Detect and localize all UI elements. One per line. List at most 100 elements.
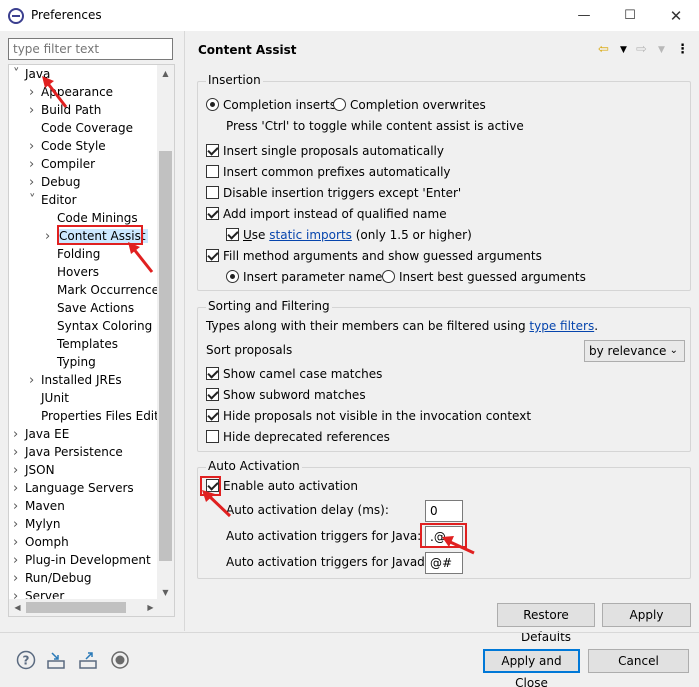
tree-item-save-actions[interactable]: Save Actions: [45, 299, 134, 317]
chevron-right-icon[interactable]: ›: [13, 516, 25, 534]
chevron-right-icon[interactable]: ›: [29, 372, 41, 390]
insertion-group-title: Insertion: [206, 73, 263, 87]
completion-overwrites-radio[interactable]: Completion overwrites: [333, 95, 486, 115]
insert-param-names-radio[interactable]: Insert parameter names: [226, 267, 389, 287]
tree-item-label: Code Style: [41, 139, 106, 153]
tree-vertical-scrollbar[interactable]: ▲ ▼: [157, 65, 174, 616]
tree-item-code-style[interactable]: › Code Style: [29, 137, 106, 155]
tree-item-label: Plug-in Development: [25, 553, 151, 567]
tree-item-compiler[interactable]: › Compiler: [29, 155, 95, 173]
completion-inserts-radio[interactable]: Completion inserts: [206, 95, 336, 115]
chevron-down-icon: ⌄: [669, 345, 678, 356]
tree-item-label: Code Coverage: [41, 121, 134, 135]
use-static-imports-checkbox[interactable]: Use static imports (only 1.5 or higher): [226, 225, 472, 245]
tree-item-oomph[interactable]: › Oomph: [13, 533, 69, 551]
scroll-right-icon[interactable]: ▶: [142, 599, 159, 616]
radio-unchecked[interactable]: [333, 98, 346, 111]
record-icon[interactable]: [110, 650, 130, 670]
static-imports-link[interactable]: static imports: [269, 228, 352, 242]
chevron-right-icon[interactable]: ›: [13, 552, 25, 570]
tree-item-java-persistence[interactable]: › Java Persistence: [13, 443, 123, 461]
chevron-down-icon[interactable]: ˅: [29, 192, 41, 210]
hide-deprecated-checkbox[interactable]: Hide deprecated references: [206, 427, 390, 447]
single-proposals-checkbox[interactable]: Insert single proposals automatically: [206, 141, 444, 161]
apply-and-close-button[interactable]: Apply and Close: [483, 649, 580, 687]
tree-item-label: Code Minings: [57, 211, 138, 225]
preferences-tree[interactable]: ˅ Java › Appearance › Build Path Code Coverage…: [8, 64, 175, 617]
chevron-right-icon[interactable]: ›: [13, 444, 25, 462]
maximize-button[interactable]: ☐: [607, 0, 653, 31]
apply-button[interactable]: Apply: [602, 603, 691, 627]
scroll-down-icon[interactable]: ▼: [157, 584, 174, 601]
radio-checked[interactable]: [206, 98, 219, 111]
tree-item-maven[interactable]: › Maven: [13, 497, 65, 515]
tree-item-label: Editor: [41, 193, 77, 207]
chevron-right-icon[interactable]: ›: [13, 462, 25, 480]
tree-item-editor[interactable]: ˅ Editor: [29, 191, 77, 209]
camel-case-checkbox[interactable]: Show camel case matches: [206, 364, 382, 384]
tree-item-language-servers[interactable]: › Language Servers: [13, 479, 134, 497]
tree-item-syntax-coloring[interactable]: Syntax Coloring: [45, 317, 152, 335]
close-button[interactable]: ✕: [653, 0, 699, 31]
add-import-checkbox[interactable]: Add import instead of qualified name: [206, 204, 447, 224]
tree-item-folding[interactable]: Folding: [45, 245, 100, 263]
chevron-right-icon[interactable]: ›: [29, 156, 41, 174]
chevron-right-icon[interactable]: ›: [29, 138, 41, 156]
tree-item-properties-files-editor[interactable]: Properties Files Editor: [29, 407, 171, 425]
tree-item-templates[interactable]: Templates: [45, 335, 118, 353]
forward-arrow-icon[interactable]: ⇨: [636, 42, 647, 57]
tree-item-code-coverage[interactable]: Code Coverage: [29, 119, 133, 137]
insert-best-guessed-radio[interactable]: Insert best guessed arguments: [382, 267, 586, 287]
scroll-thumb[interactable]: [159, 151, 172, 561]
tree-item-label: Mylyn: [25, 517, 61, 531]
forward-menu-chevron-icon[interactable]: ▼: [658, 45, 665, 55]
tree-horizontal-scrollbar[interactable]: ◀ ▶: [9, 599, 159, 616]
restore-defaults-button[interactable]: Restore Defaults: [497, 603, 595, 644]
tree-item-installed-jres[interactable]: › Installed JREs: [29, 371, 122, 389]
scroll-left-icon[interactable]: ◀: [9, 599, 26, 616]
disable-triggers-checkbox[interactable]: Disable insertion triggers except 'Enter…: [206, 183, 461, 203]
cancel-button[interactable]: Cancel: [588, 649, 689, 673]
chevron-right-icon[interactable]: ›: [45, 228, 57, 246]
chevron-down-icon[interactable]: ˅: [13, 66, 25, 84]
back-arrow-icon[interactable]: ⇦: [598, 42, 609, 57]
sort-proposals-select[interactable]: by relevance ⌄: [584, 340, 685, 362]
chevron-right-icon[interactable]: ›: [13, 480, 25, 498]
chevron-right-icon[interactable]: ›: [13, 570, 25, 588]
chevron-right-icon[interactable]: ›: [13, 498, 25, 516]
chevron-right-icon[interactable]: ›: [13, 534, 25, 552]
tree-item-hovers[interactable]: Hovers: [45, 263, 99, 281]
type-filters-link[interactable]: type filters: [529, 319, 594, 333]
subword-checkbox[interactable]: Show subword matches: [206, 385, 366, 405]
scroll-up-icon[interactable]: ▲: [157, 65, 174, 82]
minimize-button[interactable]: —: [561, 0, 607, 31]
tree-item-label: Save Actions: [57, 301, 135, 315]
tree-item-plug-in-development[interactable]: › Plug-in Development: [13, 551, 151, 569]
splitter[interactable]: [184, 31, 185, 631]
common-prefixes-checkbox[interactable]: Insert common prefixes automatically: [206, 162, 451, 182]
tree-item-mylyn[interactable]: › Mylyn: [13, 515, 61, 533]
tree-item-java-ee[interactable]: › Java EE: [13, 425, 69, 443]
export-icon[interactable]: [78, 650, 98, 670]
tree-item-debug[interactable]: › Debug: [29, 173, 80, 191]
help-icon[interactable]: ?: [16, 650, 36, 670]
hscroll-thumb[interactable]: [26, 602, 126, 613]
tree-item-junit[interactable]: JUnit: [29, 389, 69, 407]
svg-text:?: ?: [23, 654, 30, 668]
tree-item-typing[interactable]: Typing: [45, 353, 96, 371]
annotation-arrow-icon: [442, 536, 475, 555]
delay-input[interactable]: 0: [425, 500, 463, 522]
chevron-right-icon[interactable]: ›: [13, 426, 25, 444]
annotation-arrow-icon: [202, 490, 232, 518]
view-menu-icon[interactable]: ⋮: [676, 42, 689, 57]
import-icon[interactable]: [46, 650, 66, 670]
tree-item-json[interactable]: › JSON: [13, 461, 55, 479]
back-menu-chevron-icon[interactable]: ▼: [620, 45, 627, 55]
hide-not-visible-checkbox[interactable]: Hide proposals not visible in the invoca…: [206, 406, 531, 426]
filter-input[interactable]: [8, 38, 173, 60]
chevron-right-icon[interactable]: ›: [29, 174, 41, 192]
tree-item-mark-occurrences[interactable]: Mark Occurrences: [45, 281, 165, 299]
tree-item-label: Folding: [57, 247, 101, 261]
fill-method-checkbox[interactable]: Fill method arguments and show guessed a…: [206, 246, 542, 266]
tree-item-run-debug[interactable]: › Run/Debug: [13, 569, 92, 587]
